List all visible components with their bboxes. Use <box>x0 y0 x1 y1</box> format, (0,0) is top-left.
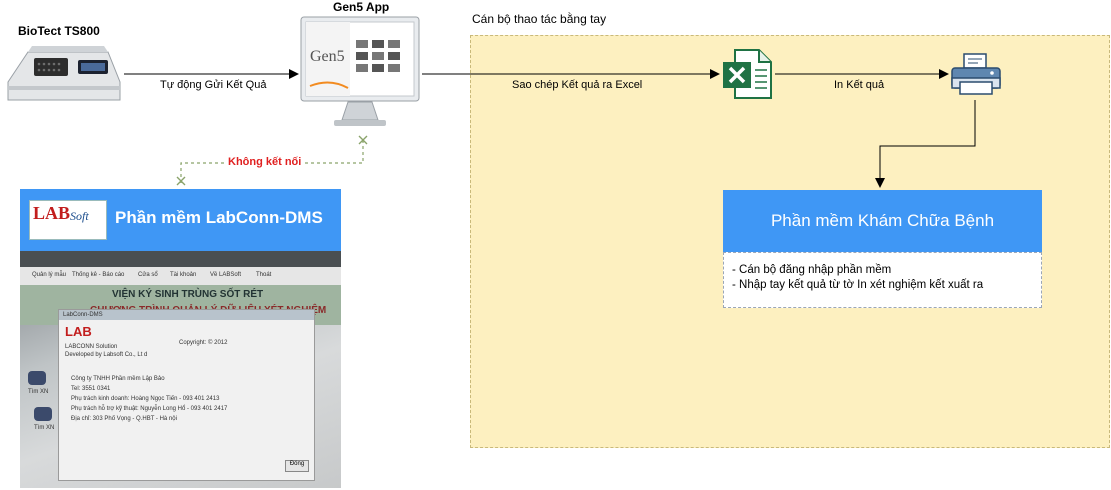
copy-excel-label: Sao chép Kết quả ra Excel <box>512 79 643 91</box>
photo-menubar: Quản lý mẫu Thống kê - Báo cáo Cửa sổ Tà… <box>20 267 341 286</box>
desktop-icon <box>28 371 46 385</box>
exam-software-title: Phần mềm Khám Chữa Bệnh <box>770 211 995 230</box>
edge-to-exam-software <box>875 100 976 188</box>
exam-software-body: - Cán bộ đăng nhập phần mềm - Nhập tay k… <box>723 252 1042 308</box>
about-dialog: LabConn-DMS LAB LABCONN Solution Develop… <box>58 309 315 481</box>
exam-software-header: Phần mềm Khám Chữa Bệnh <box>723 190 1042 252</box>
x-mark-bottom <box>176 176 186 186</box>
exam-software-line: - Cán bộ đăng nhập phần mềm <box>732 264 892 276</box>
labsoft-logo: LAB Soft <box>29 200 107 240</box>
close-dialog-button[interactable]: Đóng <box>285 460 309 472</box>
labconn-title: Phần mềm LabConn-DMS <box>115 208 323 227</box>
auto-send-label: Tự động Gửi Kết Quả <box>160 79 267 91</box>
print-result-label: In Kết quả <box>834 79 885 91</box>
labconn-screenshot-photo: Quản lý mẫu Thống kê - Báo cáo Cửa sổ Tà… <box>20 251 341 488</box>
desktop-icon <box>34 407 52 421</box>
exam-software-line: - Nhập tay kết quả từ tờ In xét nghiệm k… <box>732 279 984 291</box>
no-connection-label: Không kết nối <box>226 156 304 168</box>
